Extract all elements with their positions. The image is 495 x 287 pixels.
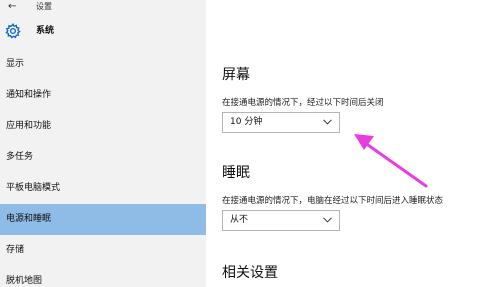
section-title: 系统 (36, 26, 55, 36)
screen-description: 在接通电源的情况下，经过以下时间后关闭 (222, 98, 384, 108)
chevron-down-icon (323, 217, 332, 223)
sidebar-item-power-sleep[interactable]: 电源和睡眠 (0, 204, 206, 235)
sidebar-item-apps[interactable]: 应用和功能 (0, 111, 206, 142)
sidebar-item-offline-maps[interactable]: 脱机地图 (0, 266, 206, 287)
screen-heading: 屏幕 (222, 67, 250, 83)
sleep-description: 在接通电源的情况下，电脑在经过以下时间后进入睡眠状态 (222, 196, 444, 206)
back-arrow-icon[interactable]: ← (8, 1, 16, 13)
related-settings-heading: 相关设置 (222, 265, 278, 281)
main-content: 屏幕 在接通电源的情况下，经过以下时间后关闭 10 分钟 睡眠 在接通电源的情况… (206, 0, 495, 287)
screen-timeout-value: 10 分钟 (230, 117, 263, 127)
sidebar-item-display[interactable]: 显示 (0, 49, 206, 80)
app-header: 系统 (0, 22, 206, 42)
gear-icon (5, 23, 21, 39)
sidebar-item-storage[interactable]: 存储 (0, 235, 206, 266)
window-title: 设置 (36, 2, 52, 11)
sidebar-item-tablet-mode[interactable]: 平板电脑模式 (0, 173, 206, 204)
title-bar: ← 设置 (0, 0, 206, 16)
sidebar-item-multitasking[interactable]: 多任务 (0, 142, 206, 173)
sidebar: ← 设置 系统 显示 通知和操作 应用和功能 多任务 平板电脑模式 电源和睡眠 … (0, 0, 206, 287)
chevron-down-icon (323, 119, 332, 125)
sleep-heading: 睡眠 (222, 165, 250, 181)
sleep-timeout-dropdown[interactable]: 从不 (222, 210, 340, 231)
sleep-timeout-value: 从不 (230, 215, 249, 225)
screen-timeout-dropdown[interactable]: 10 分钟 (222, 112, 340, 133)
sidebar-item-notifications[interactable]: 通知和操作 (0, 80, 206, 111)
